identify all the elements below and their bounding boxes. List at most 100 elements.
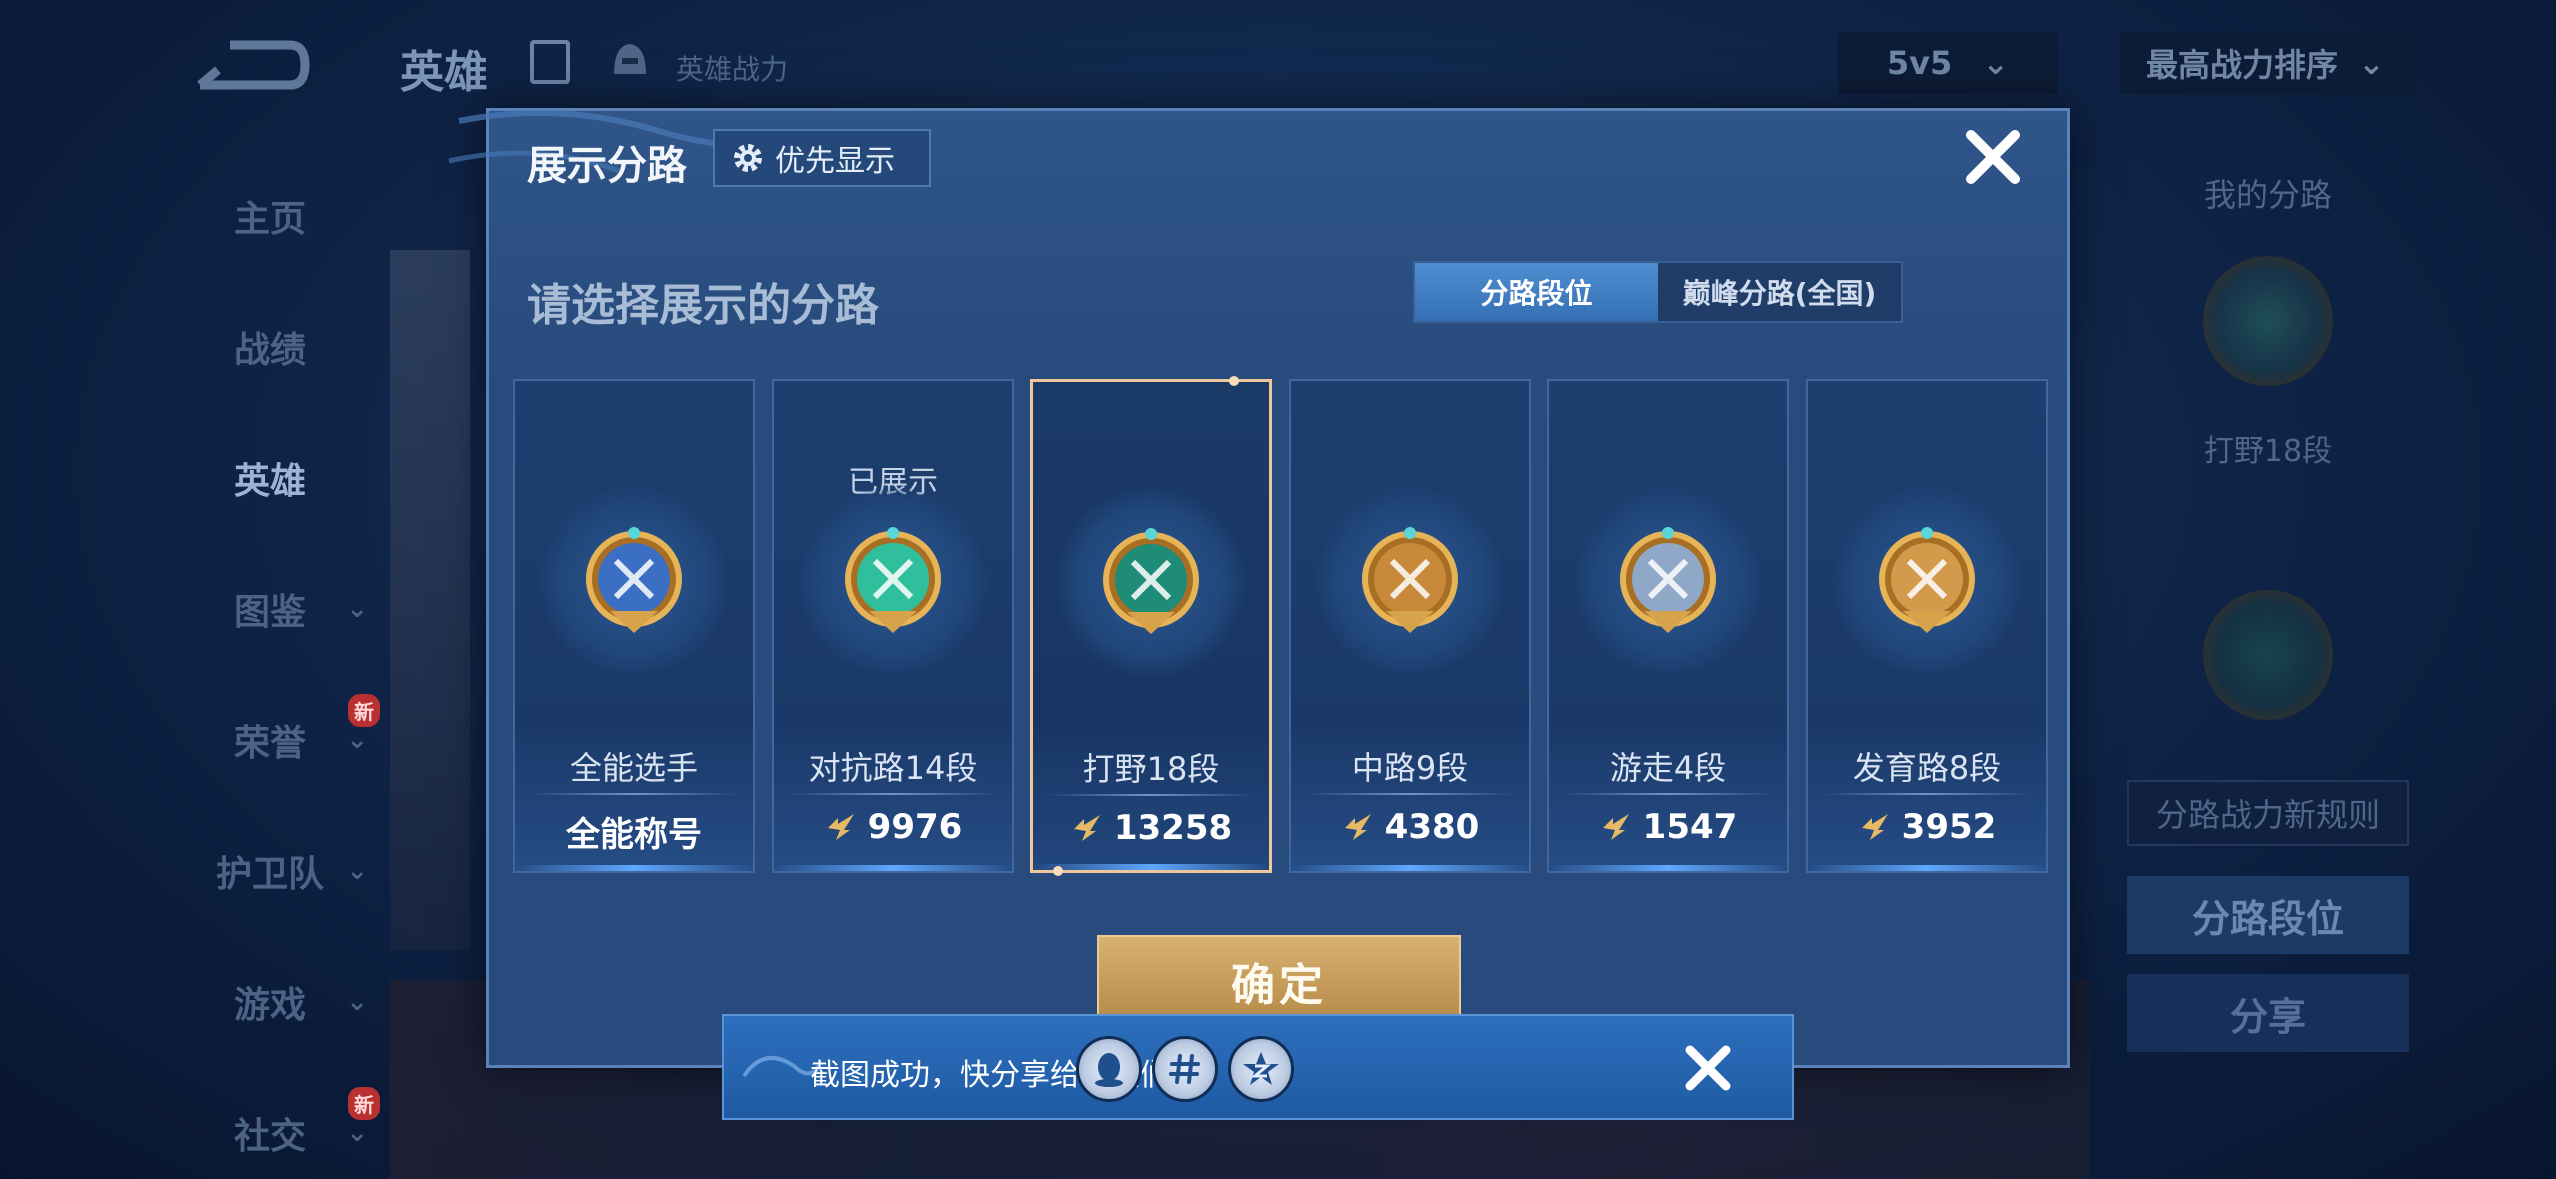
nav-item-collection[interactable]: 图鉴 ⌄: [150, 543, 390, 674]
lane-name: 打野18段: [1082, 750, 1220, 788]
chevron-down-icon: ⌄: [346, 593, 368, 624]
hero-card-art: [390, 250, 470, 950]
nav-item-honor[interactable]: 荣誉 新 ⌄: [150, 674, 390, 805]
roam-badge-icon: [1620, 527, 1716, 633]
lane-power-value: 4380: [1384, 807, 1480, 847]
lane-name: 发育路8段: [1852, 749, 2002, 787]
card-glow: [1033, 864, 1269, 870]
selection-dot: [1053, 866, 1063, 876]
close-icon[interactable]: [1961, 125, 2025, 189]
card-glow: [1808, 865, 2046, 871]
share-button[interactable]: 分享: [2127, 974, 2409, 1052]
screenshot-toast: 截图成功，快分享给朋友们吧!: [722, 1014, 1794, 1120]
divider: [1822, 793, 2032, 795]
nav-item-home[interactable]: 主页: [150, 150, 390, 281]
divider: [1305, 793, 1515, 795]
lane-card-clash-lane[interactable]: 已展示 对抗路14段 9976: [772, 379, 1014, 873]
modal-title: 展示分路: [527, 143, 687, 189]
lane-power: 13258: [1033, 808, 1269, 848]
back-arrow-icon[interactable]: [190, 30, 310, 100]
lane-card-roam[interactable]: 游走4段 1547: [1547, 379, 1789, 873]
lane-power-value: 13258: [1113, 808, 1233, 848]
lane-cards: 全能选手 全能称号 已展示 对抗路14段 9976 打野18段 13258 中路9段 4380 游…: [513, 376, 2053, 876]
lane-card-all-round[interactable]: 全能选手 全能称号: [513, 379, 755, 873]
jungle-badge-icon: [1103, 528, 1199, 634]
lane-power: 3952: [1808, 807, 2046, 847]
lane-name: 对抗路14段: [808, 749, 978, 787]
nav-item-record[interactable]: 战绩: [150, 281, 390, 412]
power-icon: [827, 814, 854, 840]
chevron-down-icon: ⌄: [346, 855, 368, 886]
divider: [1563, 793, 1773, 795]
tab-lane-rank[interactable]: 分路段位: [1415, 263, 1658, 321]
new-badge: 新: [348, 1087, 380, 1120]
lane-rule-button[interactable]: 分路战力新规则: [2127, 780, 2409, 846]
nav-item-label: 图鉴: [233, 591, 306, 633]
nav-item-guard[interactable]: 护卫队 ⌄: [150, 805, 390, 936]
badge-halo: [1056, 487, 1246, 677]
chevron-down-icon: ⌄: [346, 1117, 368, 1148]
share-qq-button[interactable]: [1076, 1036, 1142, 1102]
my-lane-label: 打野18段: [2203, 434, 2333, 469]
nav-item-label: 荣誉: [233, 722, 306, 764]
lane-card-jungle[interactable]: 打野18段 13258: [1030, 376, 1272, 876]
share-topic-button[interactable]: [1152, 1036, 1218, 1102]
priority-display-label: 优先显示: [775, 144, 895, 179]
lane-display-modal: 展示分路 优先显示 请选择展示的分路 分路段位 巅峰分路(全国) 全能选手 全能称…: [448, 108, 2070, 1068]
lane-power-value: 1547: [1642, 807, 1738, 847]
badge-halo: [1315, 486, 1505, 676]
selection-dot: [1229, 376, 1239, 386]
nav-item-social[interactable]: 社交 新 ⌄: [150, 1067, 390, 1179]
lane-card-farm-lane[interactable]: 发育路8段 3952: [1806, 379, 2048, 873]
nav-item-hero[interactable]: 英雄: [150, 412, 390, 543]
gear-icon: [734, 144, 762, 172]
badge-halo: [1573, 486, 1763, 676]
divider: [788, 793, 998, 795]
nav-item-label: 战绩: [233, 329, 306, 371]
my-lane-panel: 我的分路 打野18段 分路战力新规则 分路段位 分享: [2120, 150, 2416, 1052]
lane-power: 4380: [1291, 807, 1529, 847]
lane-power: 9976: [774, 807, 1012, 847]
hashtag-icon: [1169, 1054, 1200, 1084]
tab-peak-lane[interactable]: 巅峰分路(全国): [1658, 263, 1901, 321]
my-lane-title: 我的分路: [2203, 176, 2332, 214]
sort-select[interactable]: 最高战力排序 ⌄: [2120, 32, 2416, 94]
lane-name: 游走4段: [1609, 749, 1727, 787]
lane-rank-button[interactable]: 分路段位: [2127, 876, 2409, 954]
modal-subtitle: 请选择展示的分路: [527, 280, 879, 331]
share-qzone-button[interactable]: [1228, 1036, 1294, 1102]
lane-power: 1547: [1549, 807, 1787, 847]
nav-item-label: 游戏: [233, 984, 306, 1026]
card-glow: [1549, 865, 1787, 871]
mid-lane-badge-icon: [1362, 527, 1458, 633]
card-glow: [515, 865, 753, 871]
jungle-badge-icon: [2203, 256, 2333, 386]
helmet-icon: [614, 44, 646, 74]
priority-display-button[interactable]: 优先显示: [713, 129, 931, 187]
badge-halo: [1832, 486, 2022, 676]
card-glow: [1291, 865, 1529, 871]
lane-power-value: 3952: [1901, 807, 1997, 847]
power-icon: [1602, 814, 1629, 840]
nav-item-game[interactable]: 游戏 ⌄: [150, 936, 390, 1067]
all-round-badge-icon: [586, 527, 682, 633]
power-icon: [1861, 814, 1888, 840]
mode-select[interactable]: 5v5 ⌄: [1838, 32, 2058, 94]
sort-select-value: 最高战力排序: [2146, 46, 2339, 84]
mode-select-value: 5v5: [1886, 44, 1953, 82]
power-icon: [1073, 815, 1100, 841]
clash-badge-icon: [2203, 590, 2333, 720]
list-icon[interactable]: [530, 40, 570, 84]
nav-item-label: 主页: [233, 198, 306, 240]
lane-power-value: 9976: [867, 807, 963, 847]
lane-name: 中路9段: [1351, 749, 1469, 787]
close-icon[interactable]: [1676, 1036, 1740, 1100]
hero-power-label: 英雄战力: [676, 53, 789, 86]
nav-item-label: 社交: [233, 1115, 306, 1157]
power-icon: [1344, 814, 1371, 840]
chevron-down-icon: ⌄: [346, 986, 368, 1017]
divider: [1047, 794, 1255, 796]
qzone-icon: [1243, 1052, 1279, 1085]
lane-card-mid-lane[interactable]: 中路9段 4380: [1289, 379, 1531, 873]
lane-power-value: 全能称号: [566, 815, 702, 855]
